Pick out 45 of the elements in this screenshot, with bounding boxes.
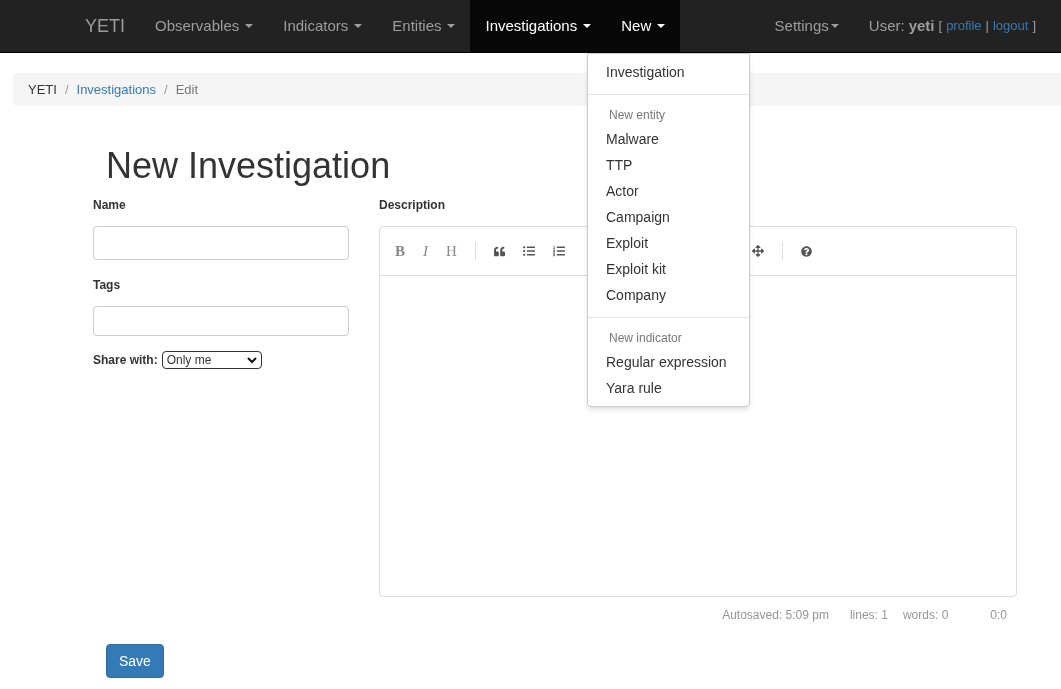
menu-item[interactable]: Yara rule — [588, 375, 749, 401]
menu-item[interactable]: Regular expression — [588, 349, 749, 375]
toolbar-button[interactable]: H — [446, 239, 457, 263]
toolbar-button[interactable]: B — [395, 239, 405, 263]
menu-header: New entity — [608, 107, 667, 124]
editor-status: 0:0 — [990, 607, 1007, 624]
nav-menu[interactable]: Indicators — [268, 0, 378, 52]
separator: | — [985, 17, 989, 36]
bracket: ] — [1032, 17, 1036, 36]
menu-item[interactable]: Actor — [588, 178, 749, 204]
nav-menu[interactable]: Entities — [377, 0, 471, 52]
menu-item[interactable]: Malware — [588, 126, 749, 152]
editor-status: words: 0 — [902, 607, 949, 624]
profile-link[interactable]: profile — [946, 16, 982, 36]
username: yeti — [907, 15, 935, 36]
logout-link[interactable]: logout — [992, 16, 1029, 36]
breadcrumb-item: Edit — [175, 80, 199, 99]
breadcrumb-link[interactable]: Investigations — [76, 79, 157, 100]
menu-item[interactable]: Exploit — [588, 230, 749, 256]
toolbar-button[interactable]: I — [423, 239, 428, 263]
editor-status: Autosaved: 5:09 pm — [722, 607, 829, 624]
menu-header: New indicator — [608, 330, 683, 347]
breadcrumb-item: YETI — [28, 80, 57, 99]
share-select[interactable]: Only me — [161, 351, 262, 369]
menu-item[interactable]: TTP — [588, 152, 749, 178]
brand-link[interactable]: YETI — [70, 0, 140, 52]
field-label: Description — [379, 197, 446, 214]
editor-status: lines: 1 — [849, 607, 888, 624]
menu-item[interactable]: Exploit kit — [588, 256, 749, 282]
nav-menu[interactable]: New — [606, 0, 681, 52]
settings-menu[interactable]: Settings — [759, 0, 854, 52]
menu-item[interactable]: Investigation — [588, 59, 749, 85]
nav-menu[interactable]: Investigations — [470, 0, 607, 52]
breadcrumb-separator: / — [163, 80, 169, 99]
nav-menu[interactable]: Observables — [140, 0, 269, 52]
menu-item[interactable]: Campaign — [588, 204, 749, 230]
field-label: Tags — [93, 277, 122, 294]
page-title: New Investigation — [106, 144, 391, 188]
menu-item[interactable]: Company — [588, 282, 749, 308]
field-label: Name — [93, 197, 127, 214]
breadcrumb-separator: / — [63, 80, 70, 99]
field-label: Share with: — [93, 352, 158, 369]
save-button[interactable]: Save — [106, 644, 164, 678]
bracket: [ — [938, 17, 943, 36]
user-label: User: — [867, 15, 905, 36]
